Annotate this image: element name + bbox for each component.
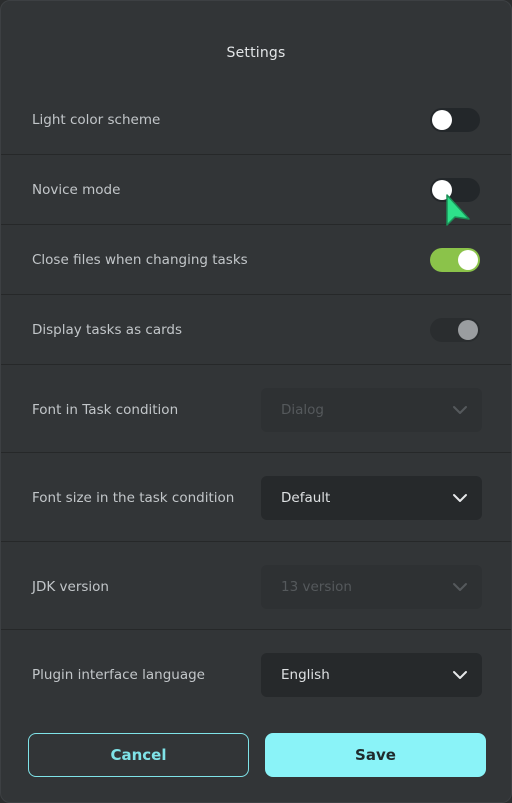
toggle-knob <box>432 110 452 130</box>
chevron-down-icon <box>453 583 467 591</box>
close-files-toggle[interactable] <box>430 248 480 272</box>
setting-label-plugin-language: Plugin interface language <box>32 667 205 683</box>
plugin-language-select[interactable]: English <box>261 653 482 697</box>
dialog-title: Settings <box>226 45 286 61</box>
settings-dialog: Settings Light color scheme Novice mode … <box>0 0 512 803</box>
toggle-knob <box>458 250 478 270</box>
select-value: Default <box>281 490 331 506</box>
toggle-knob <box>458 320 478 340</box>
setting-label-novice-mode: Novice mode <box>32 182 121 198</box>
select-value: Dialog <box>281 402 324 418</box>
select-value: English <box>281 667 330 683</box>
font-size-select[interactable]: Default <box>261 476 482 520</box>
setting-label-jdk-version: JDK version <box>32 579 109 595</box>
setting-row-font-task-condition: Font in Task condition Dialog <box>1 365 511 453</box>
cancel-button[interactable]: Cancel <box>28 733 249 777</box>
font-task-condition-select: Dialog <box>261 388 482 432</box>
setting-row-light-color-scheme: Light color scheme <box>1 85 511 155</box>
setting-row-jdk-version: JDK version 13 version <box>1 542 511 630</box>
setting-row-novice-mode: Novice mode <box>1 155 511 225</box>
setting-label-font-size: Font size in the task condition <box>32 490 235 506</box>
chevron-down-icon <box>453 671 467 679</box>
light-color-scheme-toggle[interactable] <box>430 108 480 132</box>
setting-label-display-cards: Display tasks as cards <box>32 322 183 338</box>
setting-label-font-task-condition: Font in Task condition <box>32 402 179 418</box>
chevron-down-icon <box>453 406 467 414</box>
setting-row-font-size: Font size in the task condition Default <box>1 453 511 542</box>
mouse-pointer-icon <box>446 194 470 226</box>
save-button[interactable]: Save <box>265 733 486 777</box>
jdk-version-select: 13 version <box>261 565 482 609</box>
display-cards-toggle <box>430 318 480 342</box>
setting-label-close-files: Close files when changing tasks <box>32 252 248 268</box>
select-value: 13 version <box>281 579 352 595</box>
setting-row-display-cards: Display tasks as cards <box>1 295 511 365</box>
setting-row-close-files: Close files when changing tasks <box>1 225 511 295</box>
setting-row-plugin-language: Plugin interface language English <box>1 630 511 720</box>
chevron-down-icon <box>453 494 467 502</box>
setting-label-light-color-scheme: Light color scheme <box>32 112 161 128</box>
